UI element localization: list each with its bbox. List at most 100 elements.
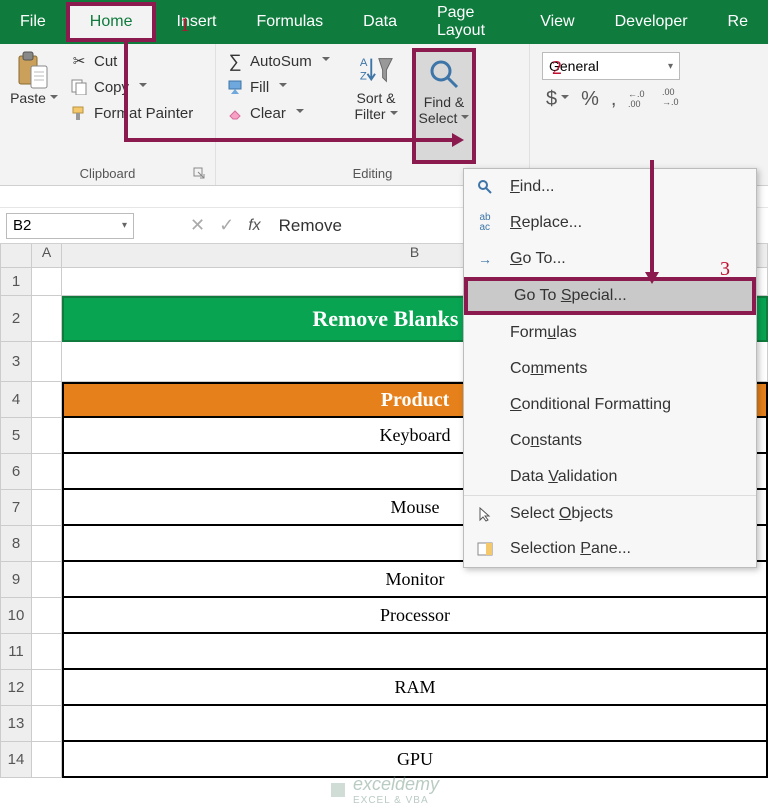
sort-filter-button[interactable]: AZ Sort & Filter	[344, 48, 408, 164]
cell[interactable]	[32, 742, 62, 778]
select-all-corner[interactable]	[0, 244, 32, 268]
accounting-format-button[interactable]: $	[546, 88, 569, 111]
increase-decimal-button[interactable]: ←.0.00	[628, 88, 650, 111]
cell[interactable]	[32, 268, 62, 296]
data-cell[interactable]: Processor	[62, 598, 768, 634]
cell[interactable]	[32, 706, 62, 742]
tab-view[interactable]: View	[520, 0, 594, 44]
menu-formulas[interactable]: Formulas	[464, 315, 756, 351]
tab-home[interactable]: Home	[66, 2, 157, 42]
cell[interactable]	[32, 342, 62, 382]
row-header[interactable]: 10	[0, 598, 32, 634]
tab-insert[interactable]: Insert	[156, 0, 236, 44]
cell[interactable]	[32, 526, 62, 562]
menu-conditional-formatting[interactable]: Conditional Formatting	[464, 387, 756, 423]
data-cell[interactable]: GPU	[62, 742, 768, 778]
autosum-button[interactable]: ∑ AutoSum	[222, 50, 340, 72]
name-box[interactable]: B2 ▾	[6, 213, 134, 239]
cell[interactable]	[32, 562, 62, 598]
menu-find[interactable]: Find...	[464, 169, 756, 205]
number-format-select[interactable]: General ▾	[542, 52, 680, 80]
group-number: General ▾ $ % , ←.0.00 .00→.0	[530, 44, 768, 185]
col-header-A[interactable]: A	[32, 244, 62, 268]
menu-select-objects[interactable]: Select Objects	[464, 495, 756, 531]
copy-button[interactable]: Copy	[66, 76, 197, 98]
svg-text:A: A	[360, 57, 368, 69]
formula-bar-value[interactable]: Remove	[279, 216, 342, 236]
clear-button[interactable]: Clear	[222, 102, 340, 124]
row-header[interactable]: 4	[0, 382, 32, 418]
autosum-label: AutoSum	[250, 53, 312, 70]
callout-3: 3	[720, 258, 730, 281]
chevron-down-icon: ▾	[122, 220, 127, 231]
row-header[interactable]: 14	[0, 742, 32, 778]
format-painter-label: Format Painter	[94, 105, 193, 122]
row-header[interactable]: 7	[0, 490, 32, 526]
menu-goto-special[interactable]: Go To Special...	[464, 277, 756, 315]
watermark: exceldemy EXCEL & VBA	[329, 774, 439, 806]
chevron-down-icon: ▾	[668, 61, 673, 72]
data-cell[interactable]	[62, 634, 768, 670]
clear-icon	[226, 104, 244, 122]
menu-constants[interactable]: Constants	[464, 423, 756, 459]
row-header[interactable]: 6	[0, 454, 32, 490]
cell[interactable]	[32, 418, 62, 454]
row-header[interactable]: 9	[0, 562, 32, 598]
watermark-sub: EXCEL & VBA	[353, 795, 439, 806]
menu-comments[interactable]: Comments	[464, 351, 756, 387]
decrease-decimal-button[interactable]: .00→.0	[662, 86, 684, 112]
tab-developer[interactable]: Developer	[595, 0, 708, 44]
row-header[interactable]: 1	[0, 268, 32, 296]
data-cell[interactable]: RAM	[62, 670, 768, 706]
annotation-arrow	[124, 138, 452, 142]
sort-filter-label-2: Filter	[354, 106, 397, 122]
tab-page-layout[interactable]: Page Layout	[417, 0, 520, 44]
selection-pane-icon	[474, 542, 496, 556]
row-header[interactable]: 8	[0, 526, 32, 562]
svg-text:Z: Z	[360, 70, 367, 82]
find-select-button[interactable]: Find & Select	[412, 48, 476, 164]
tab-data[interactable]: Data	[343, 0, 417, 44]
copy-icon	[70, 78, 88, 96]
cell[interactable]	[32, 598, 62, 634]
row-header[interactable]: 3	[0, 342, 32, 382]
cell[interactable]	[32, 382, 62, 418]
cell[interactable]	[32, 490, 62, 526]
row-header[interactable]: 2	[0, 296, 32, 342]
ribbon-tabs: File Home Insert Formulas Data Page Layo…	[0, 0, 768, 44]
comma-format-button[interactable]: ,	[611, 88, 617, 111]
fx-icon[interactable]: fx	[248, 217, 260, 235]
cell[interactable]	[32, 296, 62, 342]
menu-replace[interactable]: abacReplace...	[464, 205, 756, 241]
annotation-arrow	[650, 160, 654, 272]
row-header[interactable]: 5	[0, 418, 32, 454]
svg-text:.00: .00	[628, 99, 641, 108]
find-select-label-2: Select	[419, 110, 470, 126]
format-painter-button[interactable]: Format Painter	[66, 102, 197, 124]
annotation-arrow-head	[645, 272, 659, 284]
paste-button[interactable]: Paste	[6, 48, 62, 164]
cell[interactable]	[32, 634, 62, 670]
menu-selection-pane[interactable]: Selection Pane...	[464, 531, 756, 567]
cursor-icon	[474, 506, 496, 522]
cancel-formula-icon[interactable]: ✕	[190, 215, 205, 236]
menu-data-validation[interactable]: Data Validation	[464, 459, 756, 495]
enter-formula-icon[interactable]: ✓	[219, 215, 234, 236]
row-header[interactable]: 13	[0, 706, 32, 742]
percent-format-button[interactable]: %	[581, 88, 599, 111]
tab-extra[interactable]: Re	[708, 0, 768, 44]
tab-file[interactable]: File	[0, 0, 66, 44]
data-cell[interactable]	[62, 706, 768, 742]
svg-text:→.0: →.0	[662, 97, 679, 106]
paste-label: Paste	[10, 90, 58, 106]
clipboard-dialog-icon[interactable]	[193, 167, 205, 179]
tab-formulas[interactable]: Formulas	[236, 0, 343, 44]
cell[interactable]	[32, 454, 62, 490]
goto-icon: →	[474, 251, 496, 267]
cell[interactable]	[32, 670, 62, 706]
row-header[interactable]: 12	[0, 670, 32, 706]
cut-button[interactable]: ✂ Cut	[66, 50, 197, 72]
fill-button[interactable]: Fill	[222, 76, 340, 98]
menu-goto[interactable]: →Go To...	[464, 241, 756, 277]
row-header[interactable]: 11	[0, 634, 32, 670]
